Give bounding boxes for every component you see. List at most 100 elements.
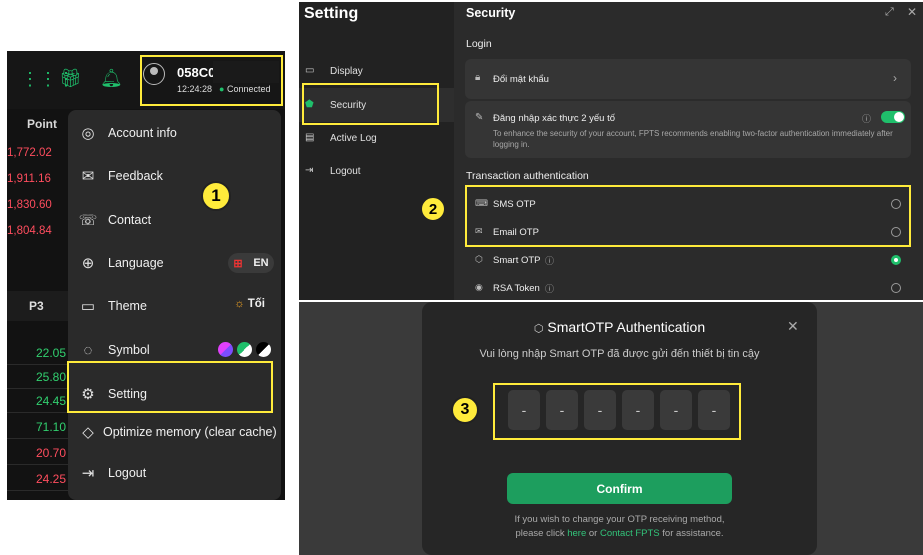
user-menu-panel: ⋮⋮⋮ 🎁︎ 🔔︎ 058C0 12:24:28 ● Connected Poi… (7, 51, 285, 500)
edit-icon: ✎ (475, 112, 484, 123)
menu-item-label: Theme (108, 299, 147, 313)
p3-value: 25.80 (7, 365, 69, 389)
option-smart-otp[interactable]: ⬡ Smart OTP ⓘ (465, 247, 911, 273)
chevron-right-icon: › (893, 71, 897, 85)
highlight-box-1a (140, 55, 283, 106)
point-value: 1,911.16 (7, 173, 51, 185)
p3-value: 24.25 (7, 467, 69, 491)
login-header: Login (466, 38, 492, 50)
point-value: 1,772.02 (7, 147, 52, 159)
menu-item-label: Contact (108, 213, 152, 227)
highlight-box-2b (465, 185, 911, 247)
sidebar-item-label: Active Log (330, 132, 377, 144)
help-text-line2: please click here or Contact FPTS for as… (515, 528, 724, 539)
highlight-box-2a (302, 83, 439, 125)
p3-value: 22.05 (7, 341, 69, 365)
settings-sidebar: Setting ▭ Display ⬟ Security ▤ Active Lo… (299, 2, 454, 300)
two-factor-row: ✎ Đăng nhập xác thực 2 yếu tố To enhance… (465, 101, 911, 158)
info-icon[interactable]: ⓘ (862, 112, 871, 125)
menu-item-contact[interactable]: ☏ Contact (68, 200, 281, 240)
globe-icon: ⊕ (81, 255, 95, 272)
otp-instruction: Vui lòng nhập Smart OTP đã được gửi đến … (479, 348, 760, 360)
symbol-icon: ◌ (83, 341, 93, 359)
menu-item-optimize-memory[interactable]: ◇ Optimize memory (clear cache) (68, 412, 281, 452)
menu-item-label: Feedback (108, 169, 163, 183)
monitor-icon: ▭ (305, 65, 315, 76)
info-icon[interactable]: ⓘ (545, 282, 554, 295)
close-icon[interactable]: ✕ (907, 5, 917, 19)
menu-item-label: Symbol (108, 343, 150, 357)
token-icon: ◉ (475, 282, 483, 292)
point-value: 1,804.84 (7, 225, 52, 237)
gift-icon[interactable]: 🎁︎ (59, 68, 82, 89)
menu-item-logout[interactable]: ⇥ Logout (68, 453, 281, 493)
highlight-box-3 (493, 383, 741, 440)
p3-value: 71.10 (7, 415, 69, 439)
close-icon[interactable]: ✕ (787, 318, 799, 335)
sidebar-item-label: Display (330, 65, 363, 77)
p3-column-header: P3 (7, 291, 69, 321)
contact-fpts-link[interactable]: Contact FPTS (600, 528, 660, 539)
two-factor-toggle[interactable] (881, 111, 905, 123)
smartotp-panel: ⬡ SmartOTP Authentication ✕ Vui lòng nhậ… (299, 302, 923, 555)
sun-icon: ☼ (234, 298, 245, 310)
shield-icon: ⬡ (475, 254, 483, 264)
symbol-style-green[interactable] (237, 342, 252, 357)
monitor-icon: ▭ (80, 298, 96, 315)
symbol-style-purple[interactable] (218, 342, 233, 357)
log-icon: ▤ (305, 132, 315, 143)
menu-item-label: Account info (108, 126, 177, 140)
option-rsa-token[interactable]: ◉ RSA Token ⓘ (465, 275, 911, 300)
here-link[interactable]: here (567, 528, 586, 539)
menu-item-account-info[interactable]: ◎ Account info (68, 113, 281, 153)
step-badge-3: 3 (451, 396, 479, 424)
highlight-box-1b (67, 361, 273, 413)
settings-panel: Setting ▭ Display ⬟ Security ▤ Active Lo… (299, 2, 923, 300)
p3-value: 24.45 (7, 389, 69, 413)
menu-item-language[interactable]: ⊕ Language ⊞ EN (68, 243, 281, 283)
section-title: Security (466, 6, 516, 20)
p3-value: 20.70 (7, 441, 69, 465)
option-label: RSA Token (493, 283, 540, 294)
point-column-header: Point (27, 117, 57, 131)
menu-item-label: Language (108, 256, 164, 270)
logout-icon: ⇥ (305, 165, 314, 176)
theme-value[interactable]: ☼ Tối (234, 298, 265, 310)
sidebar-item-logout[interactable]: ⇥ Logout (299, 154, 454, 188)
change-password-label: Đổi mật khẩu (493, 74, 549, 85)
help-text-line1: If you wish to change your OTP receiving… (514, 514, 725, 525)
sidebar-item-active-log[interactable]: ▤ Active Log (299, 121, 454, 155)
language-value: EN (253, 257, 269, 269)
two-factor-description: To enhance the security of your account,… (493, 129, 893, 149)
feedback-icon: ✉︎ (81, 168, 95, 185)
dialog-title: ⬡ SmartOTP Authentication (533, 319, 706, 335)
info-icon[interactable]: ⓘ (545, 254, 554, 267)
phone-icon: ☏ (78, 212, 98, 229)
step-badge-2: 2 (420, 196, 446, 222)
shield-icon: ⬡ (533, 323, 544, 335)
step-badge-1: 1 (201, 181, 231, 211)
change-password-row[interactable]: 🔒︎ Đổi mật khẩu › (465, 59, 911, 99)
symbol-style-options[interactable] (218, 342, 271, 357)
point-value: 1,830.60 (7, 199, 52, 211)
two-factor-title: Đăng nhập xác thực 2 yếu tố (493, 113, 616, 124)
settings-title: Setting (304, 5, 359, 22)
bell-icon[interactable]: 🔔︎ (100, 68, 123, 89)
broom-icon: ◇ (82, 424, 94, 441)
transaction-auth-header: Transaction authentication (466, 170, 589, 182)
expand-icon[interactable]: ⤢ (885, 6, 894, 19)
uk-flag-icon: ⊞ (233, 257, 243, 270)
radio-rsa-token[interactable] (891, 283, 901, 293)
confirm-button[interactable]: Confirm (507, 473, 732, 504)
logout-icon: ⇥ (81, 465, 95, 482)
radio-smart-otp[interactable] (891, 255, 901, 265)
menu-item-label: Optimize memory (clear cache) (103, 425, 277, 439)
menu-item-label: Logout (108, 466, 147, 480)
option-label: Smart OTP (493, 255, 541, 266)
language-toggle[interactable]: ⊞ EN (228, 253, 274, 273)
symbol-style-mono[interactable] (256, 342, 271, 357)
menu-item-feedback[interactable]: ✉︎ Feedback (68, 156, 281, 196)
account-dropdown-menu: ◎ Account info ✉︎ Feedback ☏ Contact ⊕ L… (68, 110, 281, 500)
user-circle-icon: ◎ (81, 125, 95, 142)
menu-item-theme[interactable]: ▭ Theme ☼ Tối (68, 286, 281, 326)
